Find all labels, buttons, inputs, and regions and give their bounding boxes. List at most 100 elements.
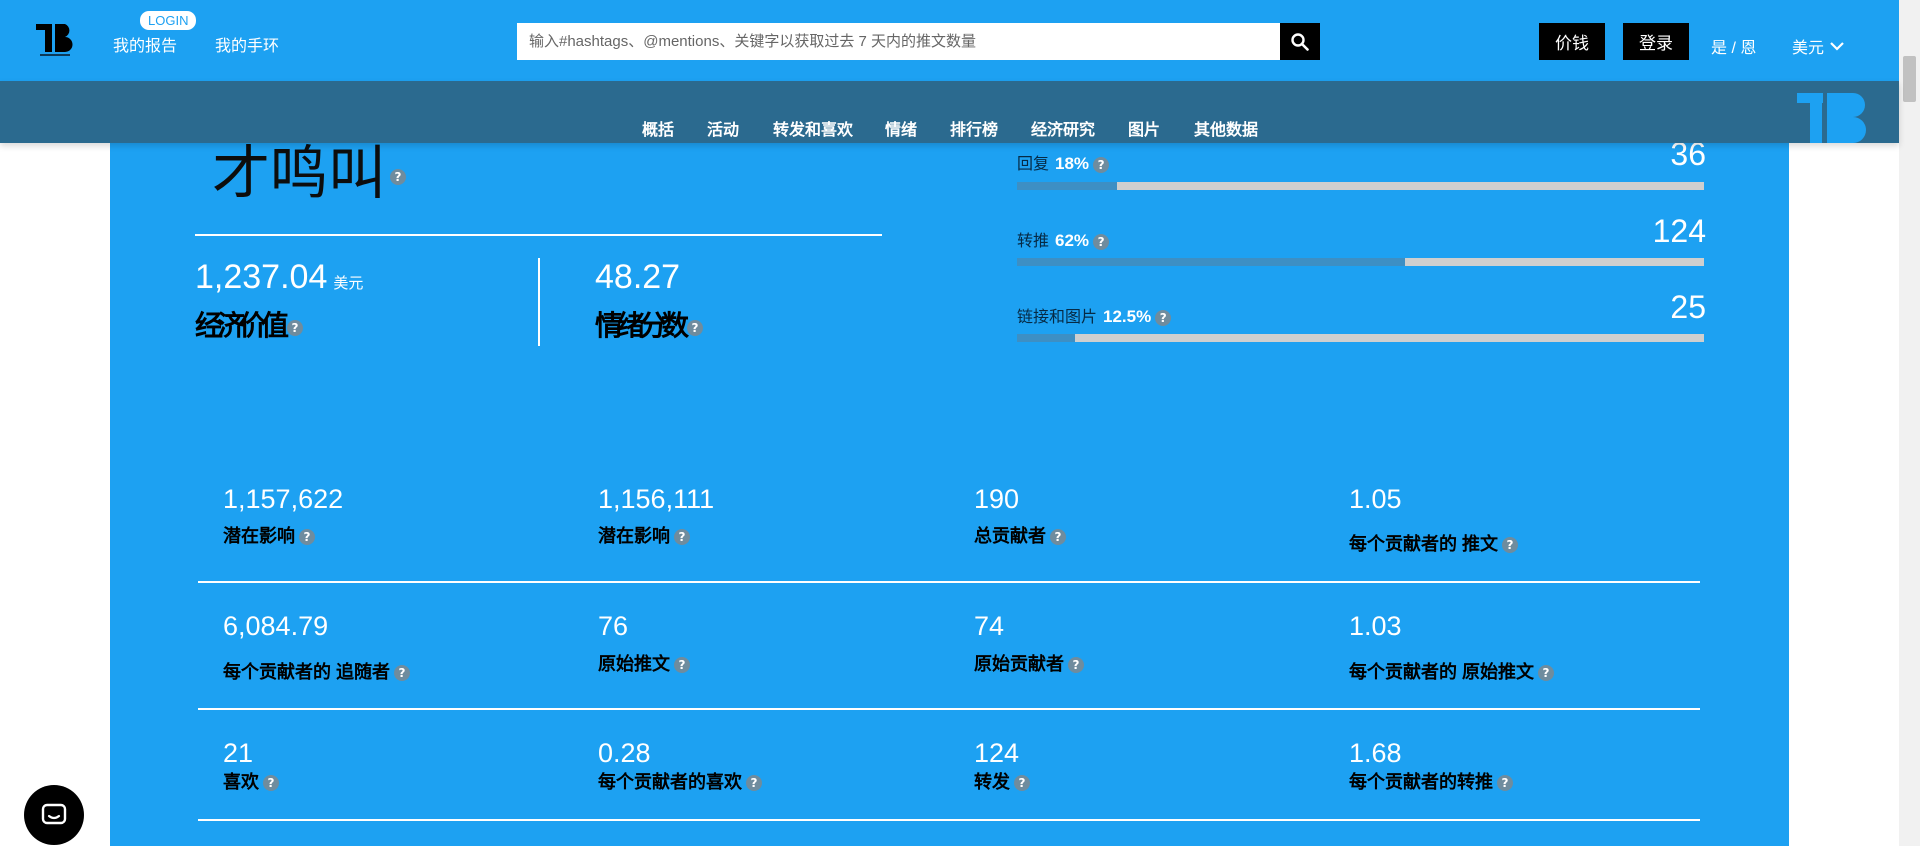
stat-label: 每个贡献者的 追随者? [223,658,411,684]
stat-label-text: 喜欢 [223,772,259,792]
help-icon[interactable]: ? [1538,665,1554,682]
bar-count-retweets: 124 [1652,213,1706,249]
help-icon[interactable]: ? [687,319,704,336]
stat-label: 每个贡献者的 推文? [1349,530,1519,556]
stat-value: 76 [598,611,629,641]
economic-value-unit: 美元 [333,275,364,292]
help-icon[interactable]: ? [674,657,690,674]
stat-label-text: 原始贡献者 [974,654,1064,674]
help-icon[interactable]: ? [1014,775,1030,792]
currency-label: 美元 [1792,40,1825,57]
chevron-down-icon [1830,42,1844,51]
stat-value: 21 [223,738,254,768]
stat-value: 1,156,111 [598,484,715,514]
stat-value: 1,157,622 [223,484,344,514]
bar-track-retweets [1017,258,1704,266]
help-icon[interactable]: ? [299,529,315,546]
stat-label: 每个贡献者的转推? [1349,768,1513,794]
search-input[interactable] [517,23,1280,60]
bar-count-links-images: 25 [1670,289,1706,325]
stat-label: 转发? [974,768,1030,794]
stat-label: 潜在影响? [598,522,690,548]
search-icon [1291,32,1309,51]
stat-label-text: 每个贡献者的喜欢 [598,772,742,792]
bar-label-replies: 回复 18%? [1017,150,1110,174]
help-icon[interactable]: ? [1497,775,1513,792]
metric-separator [538,258,540,346]
help-icon[interactable]: ? [674,529,690,546]
chat-icon [41,803,67,825]
language-switch[interactable]: 是 / 恩 [1711,34,1756,58]
stat-value: 6,084.79 [223,611,329,641]
bar-percent: 12.5% [1103,307,1152,326]
stat-label-text: 原始推文 [598,654,670,674]
search-button[interactable] [1280,23,1320,60]
bar-percent: 18% [1055,154,1090,173]
page-scrollbar[interactable] [1899,0,1920,846]
help-icon[interactable]: ? [1093,156,1110,173]
bar-percent: 62% [1055,231,1090,250]
section-nav: 概括 活动 转发和喜欢 情绪 排行榜 经济研究 图片 其他数据 [0,81,1899,143]
nav-summary[interactable]: 概括 [642,116,674,140]
stat-value: 0.28 [598,738,651,768]
stat-label: 总贡献者? [974,522,1066,548]
pricing-button[interactable]: 价钱 [1539,23,1605,60]
chat-launcher-button[interactable] [24,785,84,845]
stat-value: 190 [974,484,1020,514]
summary-divider [195,234,882,236]
stat-value: 124 [974,738,1020,768]
nav-other-data[interactable]: 其他数据 [1194,116,1258,140]
nav-activity[interactable]: 活动 [707,116,739,140]
stat-label: 每个贡献者的喜欢? [598,768,762,794]
stat-value: 1.68 [1349,738,1402,768]
bar-track-replies [1017,182,1704,190]
stat-label-text: 潜在影响 [598,526,670,546]
my-reports-link[interactable]: 我的报告 [113,32,177,56]
help-icon[interactable]: ? [394,665,411,682]
stat-label-text: 总贡献者 [974,526,1046,546]
nav-images[interactable]: 图片 [1128,116,1160,140]
nav-sentiment[interactable]: 情绪 [885,116,917,140]
nav-economic[interactable]: 经济研究 [1031,116,1095,140]
row-divider [198,708,1700,710]
stat-label: 潜在影响? [223,522,315,548]
scrollbar-thumb[interactable] [1903,56,1916,102]
stat-label: 喜欢? [223,768,279,794]
nav-retweets-likes[interactable]: 转发和喜欢 [773,116,853,140]
help-icon[interactable]: ? [746,775,762,792]
help-icon[interactable]: ? [390,168,407,185]
help-icon[interactable]: ? [1050,529,1066,546]
stat-label: 原始贡献者? [974,650,1084,676]
help-icon[interactable]: ? [263,775,279,792]
sentiment-score: 48.27 [595,258,681,296]
stat-label-text: 每个贡献者的 推文 [1349,534,1499,554]
bar-label-text: 转推 [1017,233,1050,250]
login-badge[interactable]: LOGIN [140,11,197,30]
currency-select[interactable]: 美元 [1792,34,1844,58]
bar-fill-retweets [1017,258,1406,266]
stat-label-text: 每个贡献者的转推 [1349,772,1493,792]
stat-value: 74 [974,611,1005,641]
row-divider [198,581,1700,583]
sentiment-score-label-text: 情绪分数 [595,310,689,341]
stat-label-text: 每个贡献者的 追随者 [223,662,391,682]
help-icon[interactable]: ? [1502,537,1519,554]
stat-value: 1.05 [1349,484,1402,514]
bar-fill-replies [1017,182,1117,190]
row-divider [198,819,1700,821]
nav-rankings[interactable]: 排行榜 [950,116,998,140]
help-icon[interactable]: ? [287,319,304,336]
stat-label-text: 每个贡献者的 原始推文 [1349,662,1534,682]
bar-label-text: 链接和图片 [1017,309,1098,326]
help-icon[interactable]: ? [1093,233,1110,250]
tweetbinder-watermark-logo [1797,93,1866,143]
login-button[interactable]: 登录 [1623,23,1689,60]
bar-fill-links-images [1017,334,1076,342]
tweetbinder-logo[interactable] [36,24,76,58]
bar-label-links-images: 链接和图片 12.5%? [1017,303,1172,327]
help-icon[interactable]: ? [1155,309,1172,326]
help-icon[interactable]: ? [1068,657,1084,674]
stat-label-text: 潜在影响 [223,526,295,546]
bar-track-links-images [1017,334,1704,342]
my-app-link[interactable]: 我的手环 [215,32,279,56]
